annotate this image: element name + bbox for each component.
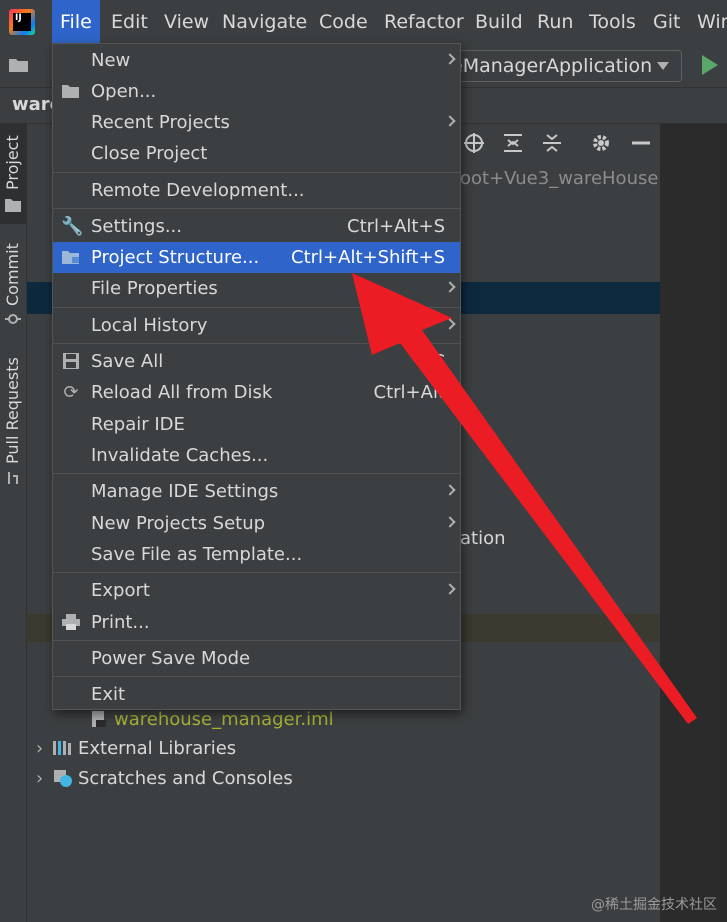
folder-open-icon: [61, 82, 81, 102]
run-configuration-label: eManagerApplication: [451, 55, 653, 77]
iml-file-icon: [92, 711, 106, 727]
submenu-arrow-icon: [444, 516, 456, 528]
menu-item-project-structure[interactable]: Project Structure... Ctrl+Alt+Shift+S: [53, 242, 460, 273]
run-configuration-select[interactable]: eManagerApplication: [440, 50, 682, 82]
tab-commit[interactable]: Commit: [0, 236, 27, 336]
submenu-arrow-icon: [444, 583, 456, 595]
menu-separator: [53, 640, 460, 641]
menu-refactor[interactable]: Refactor: [384, 0, 464, 44]
intellij-logo-icon[interactable]: IJ: [9, 9, 35, 35]
project-structure-icon: [61, 248, 81, 268]
menu-code[interactable]: Code: [319, 0, 368, 44]
menu-item-recent-projects[interactable]: Recent Projects: [53, 107, 460, 138]
tree-row-label: warehouse_manager.iml: [114, 709, 334, 730]
pull-request-icon: [8, 472, 18, 484]
submenu-arrow-icon: [444, 484, 456, 496]
menu-item-close-project[interactable]: Close Project: [53, 138, 460, 169]
tree-row-iml[interactable]: warehouse_manager.iml: [88, 706, 334, 734]
menu-window[interactable]: Wir: [697, 0, 727, 44]
menu-item-settings[interactable]: 🔧 Settings... Ctrl+Alt+S: [53, 211, 460, 242]
tab-pull-requests-label: Pull Requests: [3, 357, 22, 464]
menu-separator: [53, 572, 460, 573]
menu-edit[interactable]: Edit: [111, 0, 148, 44]
menu-git[interactable]: Git: [653, 0, 680, 44]
menu-bar: IJ File Edit View Navigate Code Refactor…: [0, 0, 727, 44]
watermark: @稀土掘金技术社区: [591, 897, 717, 913]
menu-view[interactable]: View: [164, 0, 209, 44]
tree-row-scratches[interactable]: › Scratches and Consoles: [36, 765, 293, 793]
submenu-arrow-icon: [444, 281, 456, 293]
file-menu-dropdown: New Open... Recent Projects Close Projec…: [52, 43, 461, 710]
reload-icon: ⟳: [63, 382, 79, 403]
menu-item-reload-all[interactable]: ⟳ Reload All from Disk Ctrl+Alt: [53, 377, 460, 408]
gear-icon[interactable]: [590, 132, 612, 154]
tab-project-label: Project: [3, 135, 22, 190]
menu-navigate[interactable]: Navigate: [222, 0, 307, 44]
menu-item-remote-development[interactable]: Remote Development...: [53, 175, 460, 206]
hide-panel-icon[interactable]: [630, 132, 652, 154]
menu-tools[interactable]: Tools: [589, 0, 636, 44]
tree-row-label: Scratches and Consoles: [78, 768, 293, 789]
run-icon[interactable]: [702, 55, 718, 75]
tab-pull-requests[interactable]: Pull Requests: [0, 352, 27, 492]
menu-item-manage-ide-settings[interactable]: Manage IDE Settings: [53, 476, 460, 507]
submenu-arrow-icon: [444, 115, 456, 127]
menu-separator: [53, 343, 460, 344]
locate-icon[interactable]: [463, 132, 485, 154]
menu-item-export[interactable]: Export: [53, 575, 460, 606]
menu-separator: [53, 208, 460, 209]
menu-separator: [53, 307, 460, 308]
menu-item-save-as-template[interactable]: Save File as Template...: [53, 539, 460, 570]
tree-row-label: External Libraries: [78, 738, 237, 759]
menu-separator: [53, 172, 460, 173]
libraries-icon: [53, 741, 71, 755]
open-folder-icon[interactable]: [8, 56, 30, 74]
chevron-right-icon[interactable]: ›: [36, 765, 52, 793]
menu-separator: [53, 676, 460, 677]
menu-build[interactable]: Build: [475, 0, 523, 44]
menu-item-file-properties[interactable]: File Properties: [53, 273, 460, 304]
menu-item-print[interactable]: Print...: [53, 607, 460, 638]
menu-item-open[interactable]: Open...: [53, 76, 460, 107]
print-icon: [61, 613, 81, 633]
save-icon: [61, 352, 81, 372]
submenu-arrow-icon: [444, 53, 456, 65]
tree-row-external-libraries[interactable]: › External Libraries: [36, 735, 236, 763]
menu-item-new[interactable]: New: [53, 45, 460, 76]
submenu-arrow-icon: [444, 318, 456, 330]
menu-item-invalidate-caches[interactable]: Invalidate Caches...: [53, 440, 460, 471]
menu-item-save-all[interactable]: Save All C: [53, 346, 460, 377]
wrench-icon: 🔧: [61, 216, 84, 237]
chevron-right-icon[interactable]: ›: [36, 735, 52, 763]
collapse-all-icon[interactable]: [541, 132, 563, 154]
tree-row-partial-label: ation: [460, 528, 506, 549]
expand-all-icon[interactable]: [502, 132, 524, 154]
menu-item-exit[interactable]: Exit: [53, 679, 460, 710]
menu-separator: [53, 473, 460, 474]
chevron-down-icon: [657, 62, 669, 70]
scratches-icon: [54, 770, 72, 787]
editor-area[interactable]: [660, 124, 727, 922]
folder-icon: [5, 199, 21, 212]
menu-file[interactable]: File: [52, 0, 100, 44]
menu-item-new-projects-setup[interactable]: New Projects Setup: [53, 508, 460, 539]
menu-item-local-history[interactable]: Local History: [53, 310, 460, 341]
project-path-hint: oot+Vue3_wareHouseM: [460, 168, 674, 189]
menu-item-repair-ide[interactable]: Repair IDE: [53, 409, 460, 440]
commit-icon: [5, 314, 21, 324]
menu-item-power-save-mode[interactable]: Power Save Mode: [53, 643, 460, 674]
tab-commit-label: Commit: [3, 243, 22, 306]
menu-run[interactable]: Run: [537, 0, 573, 44]
tab-project[interactable]: Project: [0, 124, 27, 224]
